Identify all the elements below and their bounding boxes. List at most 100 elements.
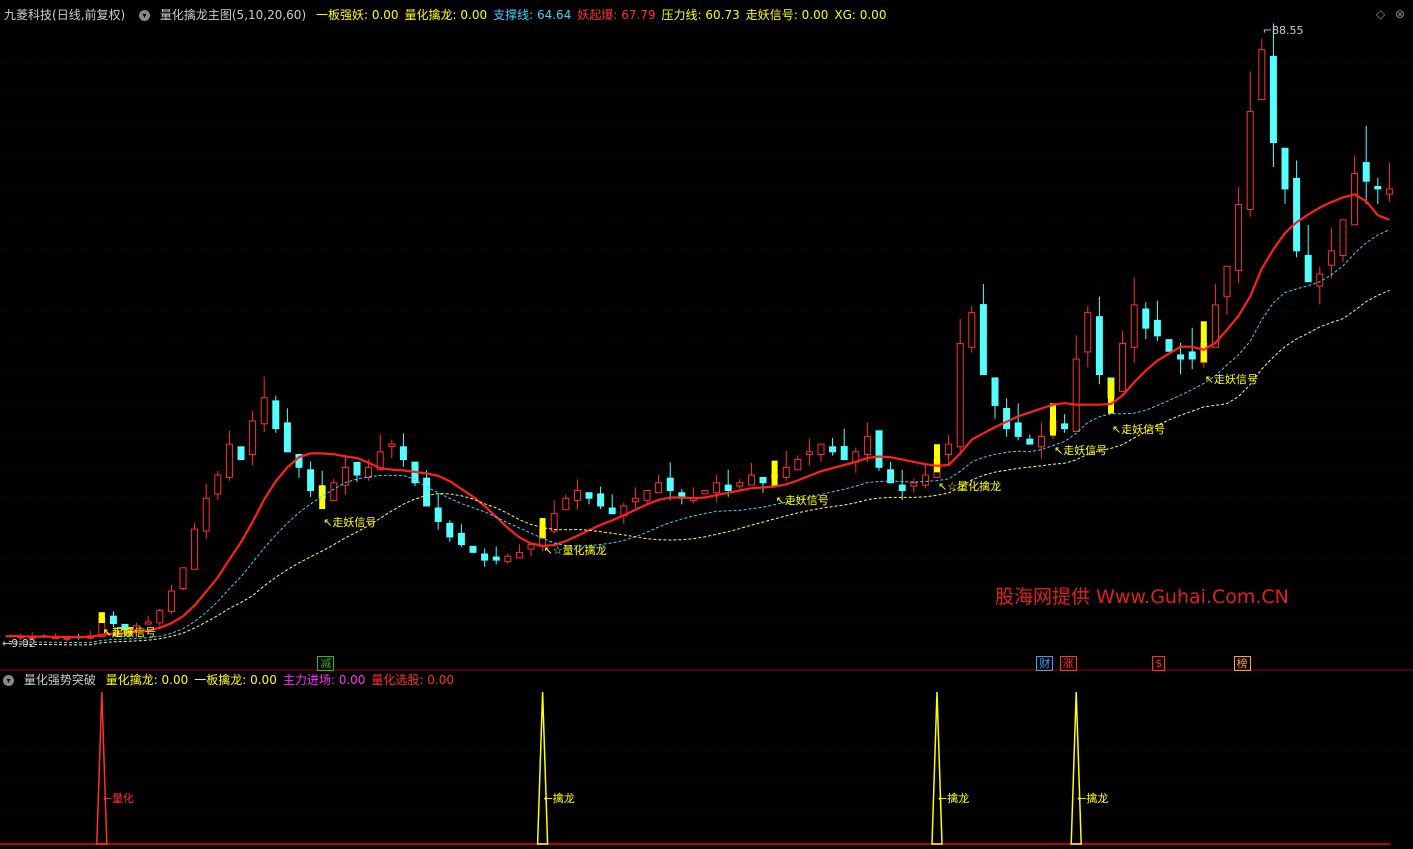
candle-body (1246, 111, 1254, 210)
candle-body (945, 443, 953, 455)
candle-body (1061, 423, 1069, 430)
field-value-5: 0.00 (801, 8, 829, 22)
kline-chart-area[interactable] (0, 0, 1413, 849)
candle-body (643, 489, 651, 501)
high-price-label: ⌐88.55 (1262, 24, 1304, 37)
candle-body (307, 469, 315, 491)
candle-body (179, 567, 187, 590)
candle-body (225, 443, 233, 478)
candle-body (144, 621, 152, 625)
candle-body (504, 555, 512, 563)
collapse-icon[interactable]: ▾ (139, 10, 151, 21)
candle-body (666, 477, 674, 491)
candle-body (249, 420, 257, 455)
close-icon[interactable]: ⊗ (1395, 7, 1405, 21)
candle-body (1003, 408, 1011, 430)
candle-body (1072, 358, 1080, 432)
candle-body (1153, 319, 1161, 337)
sub-peak (1070, 691, 1082, 845)
signal-label: ↖走妖信号 (1054, 444, 1108, 458)
field-value-2: 64.64 (536, 8, 572, 22)
candle-body (515, 551, 523, 559)
event-marker: 财 (1036, 656, 1054, 671)
signal-label: ↖☆量化擒龙 (938, 479, 1002, 493)
event-marker: 减 (317, 656, 335, 671)
candle-body (562, 497, 570, 511)
candle-body (1084, 312, 1092, 353)
candle-body (272, 400, 280, 430)
low-price-label: ←9.02 (2, 637, 36, 650)
settings-icon[interactable]: ◇ (1376, 7, 1385, 21)
candle-body (794, 459, 802, 471)
sub-indicator-peaks (96, 691, 1082, 845)
field-value-0: 0.00 (371, 8, 399, 22)
candle-body (817, 443, 825, 455)
field-value-6: 0.00 (859, 8, 887, 22)
candle-body (1339, 219, 1347, 256)
field-value-0: 0.00 (161, 673, 189, 687)
candle-body (701, 489, 709, 495)
field-6: XG: (834, 8, 860, 22)
candle-body (109, 615, 117, 625)
candle-body (191, 528, 199, 570)
candle-body (1223, 265, 1231, 298)
candle-body (736, 482, 744, 487)
collapse-icon[interactable]: ▾ (3, 675, 14, 686)
candle-body (237, 446, 245, 461)
indicator-name[interactable]: 量化擒龙主图 (160, 8, 232, 22)
indicator-lines (8, 193, 1390, 646)
signal-label: ↖走妖信号 (775, 494, 829, 508)
candle-body (747, 474, 755, 486)
candle-body (840, 446, 848, 461)
watermark: 股海网提供 Www.Guhai.Com.CN (995, 586, 1289, 608)
candle-body (724, 484, 732, 491)
field-2: 支撑线: (493, 8, 537, 22)
candle-body (968, 312, 976, 348)
candle-body (481, 553, 489, 561)
signal-bar (98, 612, 105, 623)
candle-body (910, 482, 918, 487)
grid-lines (0, 31, 1413, 845)
candle-body (399, 446, 407, 461)
signal-label: ↖走妖信号 (323, 515, 377, 529)
field-3: 妖起爆: (577, 8, 622, 22)
field-1: 一板擒龙: (194, 673, 251, 687)
indicator-values: 一板强妖: 0.00 量化擒龙: 0.00 支撑线: 64.64 妖起爆: 67.79… (316, 8, 893, 22)
field-3: 量化选股: (371, 673, 428, 687)
candle-body (167, 590, 175, 612)
candle-body (1293, 177, 1301, 252)
candle-body (202, 497, 210, 532)
candle-body (1269, 55, 1277, 144)
sub-indicator-name[interactable]: 量化强势突破 (24, 673, 96, 687)
candle-body (353, 461, 361, 476)
candle-body (713, 482, 721, 494)
candle-body (759, 476, 767, 484)
field-4: 压力线: (661, 8, 706, 22)
sub-peak-label: ←擒龙 (1077, 792, 1109, 805)
field-0: 一板强妖: (315, 8, 372, 22)
signal-bar (771, 460, 778, 488)
event-marker: $ (1152, 656, 1166, 671)
candle-body (655, 482, 663, 494)
signal-bar (319, 485, 326, 510)
candle-body (283, 422, 291, 453)
candle-body (423, 477, 431, 507)
candle-body (1362, 162, 1370, 182)
candle-body (1351, 172, 1359, 226)
field-2: 主力进场: (282, 673, 339, 687)
sub-peak (931, 691, 943, 845)
sub-indicator-header: ▾ 量化强势突破 量化擒龙: 0.00 一板擒龙: 0.00 主力进场: 0.00 量… (0, 671, 466, 689)
field-0: 量化擒龙: (105, 673, 162, 687)
sub-peak-label: ←量化 (102, 792, 135, 805)
field-value-1: 0.00 (250, 673, 277, 687)
candle-body (1142, 308, 1150, 329)
signal-label: ↖走妖信号 (1112, 423, 1166, 437)
event-marker: 榜 (1233, 656, 1251, 671)
candle-body (434, 507, 442, 522)
candle-body (573, 489, 581, 501)
candle-body (1374, 186, 1382, 190)
event-marker: 涨 (1059, 656, 1077, 671)
sub-peak (96, 691, 108, 845)
candle-body (492, 556, 500, 561)
candle-body (956, 343, 964, 448)
